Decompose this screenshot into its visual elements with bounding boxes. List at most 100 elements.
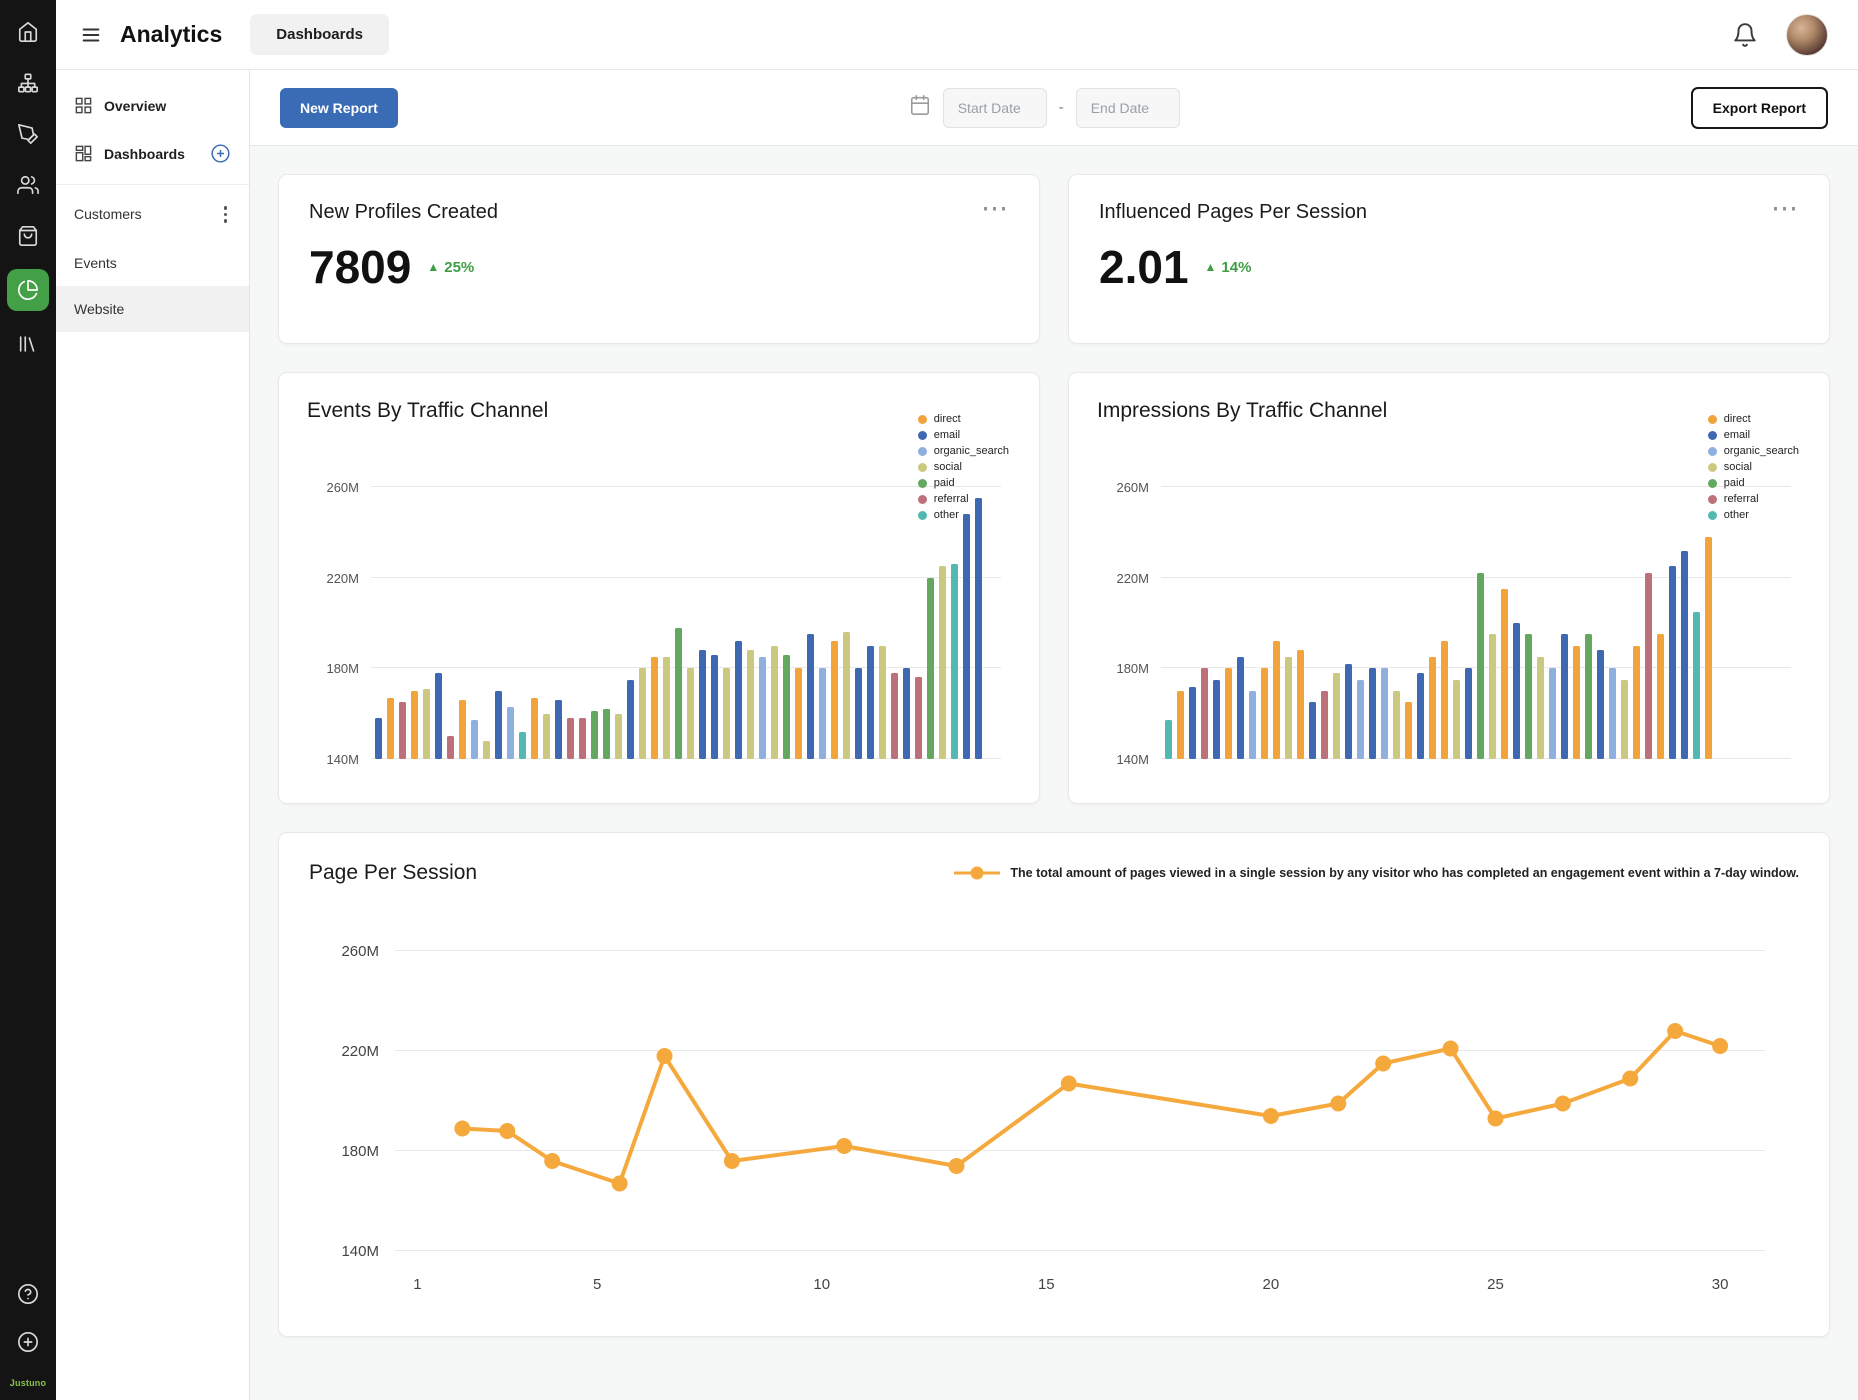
bar[interactable] bbox=[1477, 573, 1484, 759]
bar[interactable] bbox=[591, 711, 598, 759]
bar[interactable] bbox=[507, 707, 514, 759]
bar[interactable] bbox=[735, 641, 742, 759]
bar[interactable] bbox=[1429, 657, 1436, 759]
bar[interactable] bbox=[531, 698, 538, 759]
bar[interactable] bbox=[1297, 650, 1304, 759]
data-point[interactable]: 30: 222M bbox=[1712, 1038, 1728, 1054]
bar[interactable] bbox=[1177, 691, 1184, 759]
bar[interactable] bbox=[423, 689, 430, 759]
data-point[interactable]: 5.5: 167M bbox=[612, 1176, 628, 1192]
help-icon[interactable] bbox=[16, 1282, 40, 1306]
bar[interactable] bbox=[891, 673, 898, 759]
bar[interactable] bbox=[795, 668, 802, 759]
bar[interactable] bbox=[1213, 680, 1220, 759]
bar[interactable] bbox=[687, 668, 694, 759]
data-point[interactable]: 29: 228M bbox=[1667, 1023, 1683, 1039]
end-date-input[interactable] bbox=[1076, 88, 1180, 128]
add-dashboard-icon[interactable] bbox=[210, 143, 231, 164]
bar[interactable] bbox=[1585, 634, 1592, 759]
bar[interactable] bbox=[903, 668, 910, 759]
export-report-button[interactable]: Export Report bbox=[1691, 87, 1828, 129]
sitemap-icon[interactable] bbox=[16, 71, 40, 95]
bar[interactable] bbox=[1501, 589, 1508, 759]
bar[interactable] bbox=[399, 702, 406, 759]
bar[interactable] bbox=[663, 657, 670, 759]
data-point[interactable]: 6.5: 218M bbox=[657, 1048, 673, 1064]
bar[interactable] bbox=[1693, 612, 1700, 759]
bar[interactable] bbox=[1657, 634, 1664, 759]
bar[interactable] bbox=[1381, 668, 1388, 759]
sidebar-item-website[interactable]: Website bbox=[56, 286, 249, 332]
bar[interactable] bbox=[495, 691, 502, 759]
bar[interactable] bbox=[1225, 668, 1232, 759]
bar[interactable] bbox=[639, 668, 646, 759]
bar[interactable] bbox=[1597, 650, 1604, 759]
bar[interactable] bbox=[1669, 566, 1676, 759]
bar[interactable] bbox=[1249, 691, 1256, 759]
bar[interactable] bbox=[831, 641, 838, 759]
bar[interactable] bbox=[1237, 657, 1244, 759]
bar[interactable] bbox=[1357, 680, 1364, 759]
bar[interactable] bbox=[627, 680, 634, 759]
bar[interactable] bbox=[1405, 702, 1412, 759]
notifications-bell-icon[interactable] bbox=[1732, 22, 1758, 48]
bar[interactable] bbox=[615, 714, 622, 759]
bar[interactable] bbox=[867, 646, 874, 759]
bar[interactable] bbox=[915, 677, 922, 759]
bar[interactable] bbox=[927, 578, 934, 759]
bar[interactable] bbox=[1549, 668, 1556, 759]
data-point[interactable]: 3: 188M bbox=[499, 1123, 515, 1139]
kebab-menu-icon[interactable] bbox=[220, 204, 232, 225]
bar[interactable] bbox=[1453, 680, 1460, 759]
bar[interactable] bbox=[807, 634, 814, 759]
data-point[interactable]: 15.5: 207M bbox=[1061, 1076, 1077, 1092]
bar[interactable] bbox=[939, 566, 946, 759]
bar[interactable] bbox=[375, 718, 382, 759]
bar[interactable] bbox=[1573, 646, 1580, 759]
home-icon[interactable] bbox=[16, 20, 40, 44]
bar[interactable] bbox=[1393, 691, 1400, 759]
bar[interactable] bbox=[1633, 646, 1640, 759]
bar[interactable] bbox=[1465, 668, 1472, 759]
bar[interactable] bbox=[1261, 668, 1268, 759]
bar[interactable] bbox=[1537, 657, 1544, 759]
bar[interactable] bbox=[387, 698, 394, 759]
tab-dashboards[interactable]: Dashboards bbox=[250, 14, 389, 55]
bar[interactable] bbox=[1525, 634, 1532, 759]
data-point[interactable]: 8: 176M bbox=[724, 1153, 740, 1169]
bar[interactable] bbox=[1441, 641, 1448, 759]
bar[interactable] bbox=[699, 650, 706, 759]
data-point[interactable]: 4: 176M bbox=[544, 1153, 560, 1169]
shopping-bag-icon[interactable] bbox=[16, 224, 40, 248]
people-icon[interactable] bbox=[16, 173, 40, 197]
bar[interactable] bbox=[711, 655, 718, 759]
bar[interactable] bbox=[411, 691, 418, 759]
bar[interactable] bbox=[447, 736, 454, 759]
bar[interactable] bbox=[1609, 668, 1616, 759]
bar[interactable] bbox=[1369, 668, 1376, 759]
bar[interactable] bbox=[819, 668, 826, 759]
sidebar-item-overview[interactable]: Overview bbox=[56, 82, 249, 129]
bar[interactable] bbox=[1321, 691, 1328, 759]
sidebar-item-events[interactable]: Events bbox=[56, 240, 249, 286]
data-point[interactable]: 25: 193M bbox=[1487, 1111, 1503, 1127]
bar[interactable] bbox=[1165, 720, 1172, 759]
bar[interactable] bbox=[1345, 664, 1352, 759]
data-point[interactable]: 21.5: 199M bbox=[1330, 1096, 1346, 1112]
bar[interactable] bbox=[1681, 551, 1688, 759]
sidebar-item-customers[interactable]: Customers bbox=[56, 189, 249, 240]
sidebar-item-dashboards[interactable]: Dashboards bbox=[56, 129, 249, 178]
data-point[interactable]: 10.5: 182M bbox=[836, 1138, 852, 1154]
more-options-icon[interactable]: ⋯ bbox=[981, 201, 1009, 215]
bar[interactable] bbox=[951, 564, 958, 759]
bar[interactable] bbox=[1189, 687, 1196, 760]
bar[interactable] bbox=[603, 709, 610, 759]
pie-chart-icon-active[interactable] bbox=[7, 269, 49, 311]
new-report-button[interactable]: New Report bbox=[280, 88, 398, 128]
hamburger-menu-icon[interactable] bbox=[78, 22, 104, 48]
bar[interactable] bbox=[555, 700, 562, 759]
bar[interactable] bbox=[759, 657, 766, 759]
calendar-icon[interactable] bbox=[909, 94, 931, 121]
bar[interactable] bbox=[1309, 702, 1316, 759]
bar[interactable] bbox=[1561, 634, 1568, 759]
